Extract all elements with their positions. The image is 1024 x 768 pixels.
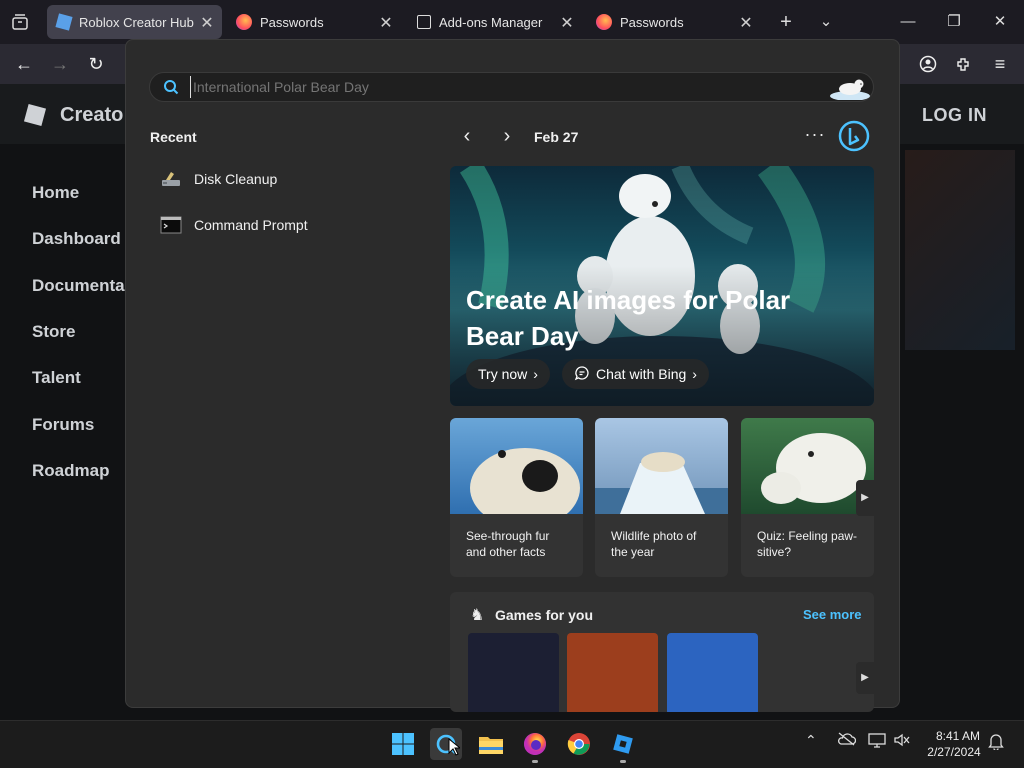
highlight-date: Feb 27 [534,129,579,145]
site-decoration [905,150,1015,350]
site-nav-documentation[interactable]: Documenta [32,276,125,296]
more-options-icon[interactable]: ··· [802,124,828,148]
account-icon[interactable] [914,50,942,78]
onedrive-offline-icon[interactable] [836,732,857,749]
card-quiz-pawsitive[interactable]: Quiz: Feeling paw-sitive? [741,418,874,577]
close-tab-icon[interactable]: ✕ [737,13,755,33]
site-brand[interactable]: Creato [60,104,123,127]
recent-item-command-prompt[interactable]: Command Prompt [160,213,308,237]
network-icon[interactable] [867,732,887,751]
see-more-link[interactable]: See more [803,607,862,622]
card-wildlife-photo[interactable]: Wildlife photo of the year [595,418,728,577]
tab-title: Roblox Creator Hub [79,14,194,30]
start-windows-icon[interactable] [387,728,419,760]
site-nav-dashboard[interactable]: Dashboard [32,229,121,249]
running-indicator [620,760,626,763]
card-caption: Wildlife photo of the year [611,529,697,559]
firefox-icon[interactable] [519,728,551,760]
tab-roblox-creator-hub[interactable]: Roblox Creator Hub ✕ [47,5,222,39]
mouse-cursor-icon [448,737,462,756]
polar-bear-iceberg-image [595,418,728,514]
site-nav-roadmap[interactable]: Roadmap [32,461,109,481]
recent-item-disk-cleanup[interactable]: Disk Cleanup [160,167,277,191]
chat-with-bing-button[interactable]: Chat with Bing › [562,359,709,389]
recent-item-label: Command Prompt [194,217,308,233]
card-caption: Quiz: Feeling paw-sitive? [757,529,858,559]
firefox-favicon-icon [236,14,252,30]
minimize-icon[interactable]: — [886,6,930,38]
firefox-favicon-icon [596,14,612,30]
chat-with-bing-label: Chat with Bing [596,366,687,382]
search-input[interactable] [190,76,810,98]
list-all-tabs-icon[interactable] [10,12,30,32]
tab-title: Passwords [620,14,684,30]
volume-muted-icon[interactable] [893,732,911,751]
chess-icon: ♞ [470,607,485,624]
chevron-down-icon[interactable]: ⌄ [804,6,848,38]
menu-icon[interactable]: ≡ [986,50,1014,78]
search-icon [163,79,179,100]
show-hidden-icons-chevron-icon[interactable]: ⌃ [805,732,817,749]
games-heading: Games for you [495,607,594,623]
hero-card[interactable]: Create AI images for Polar Bear Day Try … [450,166,874,406]
chevron-right-icon[interactable]: › [496,125,518,149]
chevron-left-icon[interactable]: ‹ [456,125,478,149]
roblox-studio-icon[interactable] [607,728,639,760]
site-nav-forums[interactable]: Forums [32,415,94,435]
games-for-you-section: ♞ Games for you See more ▶ [450,592,874,712]
game-tile[interactable] [667,633,758,712]
try-now-button[interactable]: Try now › [466,359,550,389]
back-arrow-icon[interactable]: ← [10,50,38,78]
close-tab-icon[interactable]: ✕ [558,13,576,33]
card-caption: See-through fur and other facts [466,529,550,559]
reload-icon[interactable]: ↻ [82,50,110,78]
site-nav-talent[interactable]: Talent [32,368,81,388]
hero-title: Create AI images for Polar Bear Day [466,285,791,351]
game-tile[interactable] [567,633,658,712]
games-next-icon[interactable]: ▶ [856,662,874,694]
chevron-right-icon: › [692,366,697,382]
tab-passwords[interactable]: Passwords ✕ [226,5,401,39]
polar-bear-search-highlight-icon [828,74,872,101]
disk-cleanup-icon [160,169,182,189]
running-indicator [532,760,538,763]
polar-bear-swimming-image [741,418,874,514]
restore-icon[interactable]: ❐ [932,6,976,38]
clock-time[interactable]: 8:41 AM [928,729,988,743]
recent-heading: Recent [150,129,197,145]
bing-icon[interactable] [838,120,870,152]
site-nav-home[interactable]: Home [32,183,79,203]
site-nav-store[interactable]: Store [32,322,75,342]
puzzle-piece-icon [417,15,431,29]
roblox-favicon-icon [55,13,73,31]
login-link[interactable]: LOG IN [922,105,987,126]
tab-title: Add-ons Manager [439,14,543,30]
polar-bear-face-image [450,418,583,528]
file-explorer-icon[interactable] [475,728,507,760]
chevron-right-icon: › [533,366,538,382]
try-now-label: Try now [478,366,528,382]
clock-date[interactable]: 2/27/2024 [920,745,988,759]
command-prompt-icon [160,215,182,235]
tab-add-ons-manager[interactable]: Add-ons Manager ✕ [407,5,582,39]
close-tab-icon[interactable]: ✕ [198,13,216,33]
forward-arrow-icon[interactable]: → [46,50,74,78]
notification-bell-icon[interactable] [988,732,1004,753]
recent-item-label: Disk Cleanup [194,171,278,187]
card-see-through-fur[interactable]: See-through fur and other facts [450,418,583,577]
game-tile[interactable] [468,633,559,712]
new-tab-icon[interactable]: + [764,6,808,38]
tab-passwords-2[interactable]: Passwords ✕ [586,5,761,39]
extensions-icon[interactable] [950,50,978,78]
chat-bubble-icon [574,365,590,384]
tab-title: Passwords [260,14,324,30]
close-window-icon[interactable]: ✕ [978,6,1022,38]
chrome-icon[interactable] [563,728,595,760]
cards-next-icon[interactable]: ▶ [856,480,874,516]
close-tab-icon[interactable]: ✕ [377,13,395,33]
